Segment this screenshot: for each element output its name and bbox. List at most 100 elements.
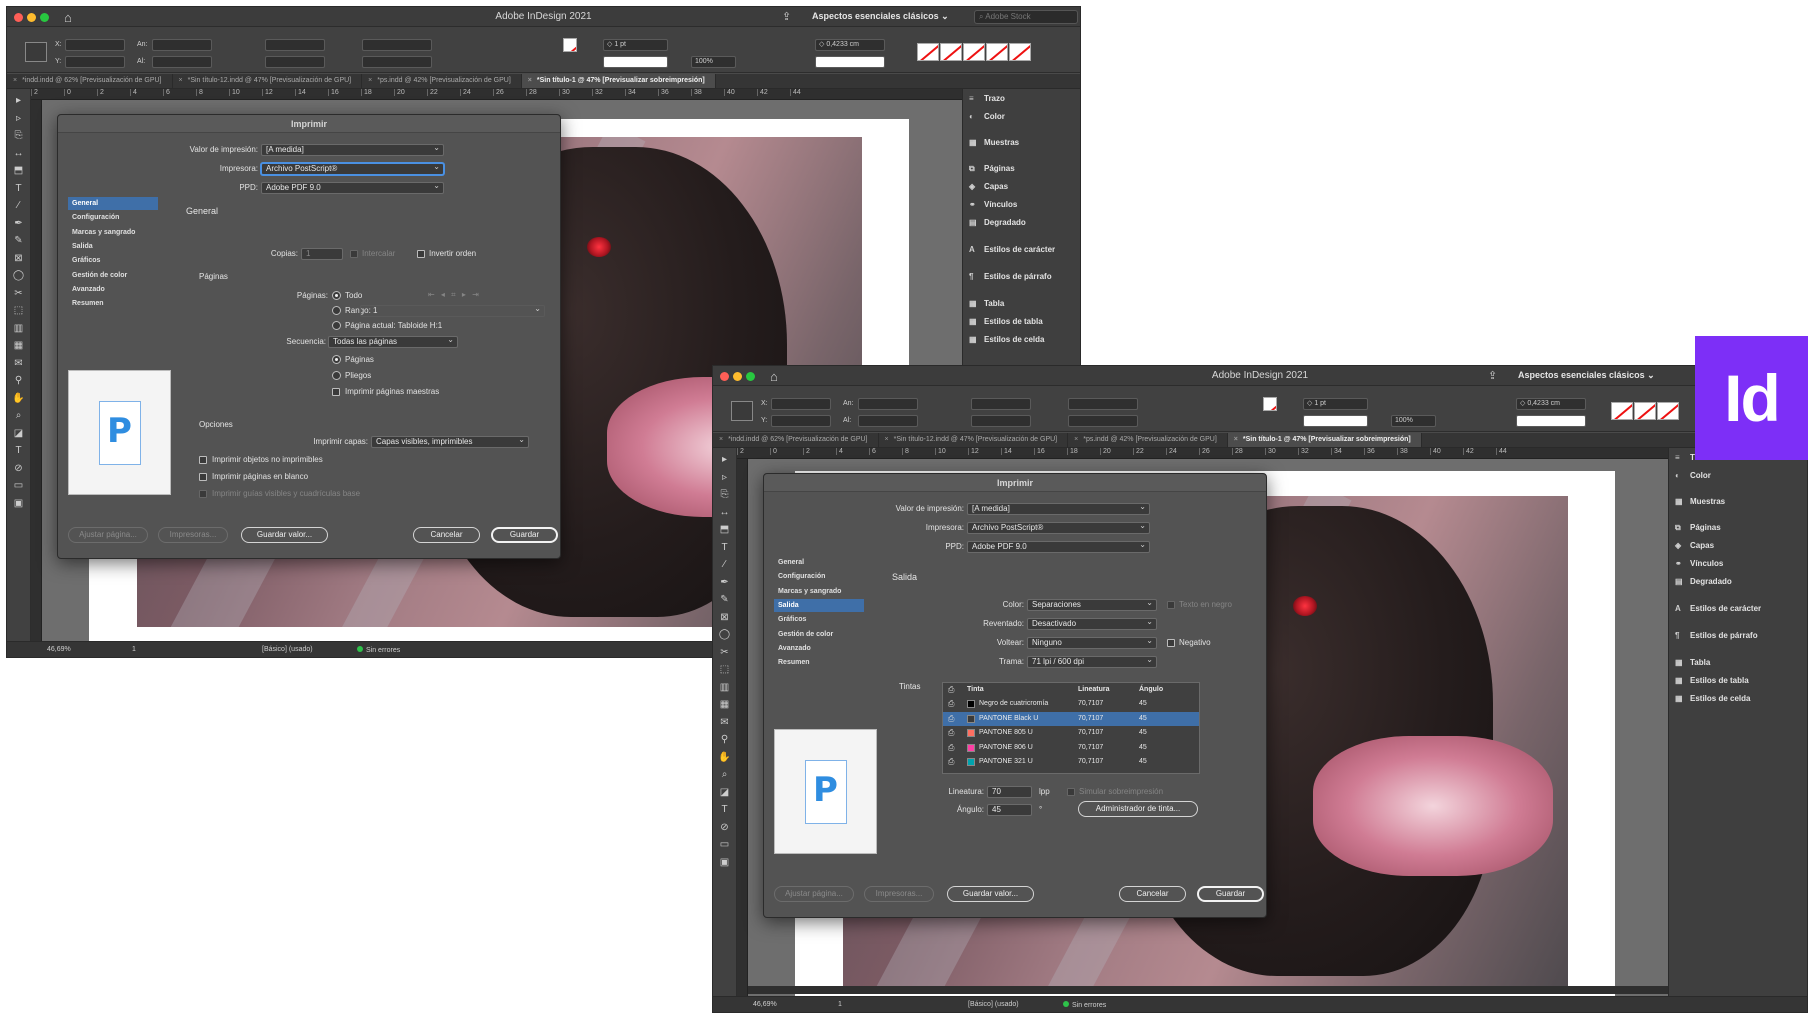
document-tab[interactable]: × *Sin título-12.indd @ 47% [Previsualiza… (173, 74, 363, 88)
scissors-tool-icon[interactable]: ✂ (718, 647, 731, 658)
print-ink-icon[interactable]: ⎙ (948, 757, 954, 767)
workspace-switcher[interactable]: Aspectos esenciales clásicos ⌄ (812, 11, 949, 22)
formatting-icon[interactable]: T (12, 445, 25, 456)
opacity-field[interactable]: 100% (691, 56, 736, 68)
scale-x-field[interactable] (971, 398, 1031, 410)
ink-row[interactable]: ⎙ Negro de cuatricromía 70,7107 45 (943, 697, 1199, 711)
pencil-tool-icon[interactable]: ✎ (12, 235, 25, 246)
stroke-weight-field[interactable]: ◇ 1 pt (603, 39, 668, 51)
fill-swatch-icon[interactable] (563, 38, 577, 52)
print-masters-checkbox[interactable] (332, 388, 340, 396)
panel-6[interactable]: ⚭ Vínculos (969, 200, 1017, 209)
panel-12[interactable]: ▦ Estilos de celda (1675, 694, 1750, 703)
ellipse-tool-icon[interactable]: ◯ (718, 629, 731, 640)
share-icon[interactable]: ⇪ (1488, 369, 1497, 382)
print-ink-icon[interactable]: ⎙ (948, 714, 954, 724)
ppd-select[interactable]: Adobe PDF 9.0 (967, 541, 1150, 553)
panel-5[interactable]: ◈ Capas (1675, 541, 1714, 550)
nav-item[interactable]: Resumen (68, 297, 158, 310)
close-tab-icon[interactable]: × (1234, 436, 1238, 443)
offset-field[interactable]: ◇ 0,4233 cm (1516, 398, 1586, 410)
preflight-status[interactable]: Sin errores (1063, 1001, 1106, 1009)
ink-manager-button[interactable]: Administrador de tinta... (1078, 801, 1198, 817)
frame-fitting-select[interactable] (1516, 415, 1586, 427)
negative-checkbox[interactable] (1167, 639, 1175, 647)
stroke-type-select[interactable] (603, 56, 668, 68)
sequence-select[interactable]: Todas las páginas (328, 336, 458, 348)
width-field[interactable] (152, 39, 212, 51)
rotate-field[interactable] (1068, 398, 1138, 410)
flip-select[interactable]: Ninguno (1027, 637, 1157, 649)
all-pages-radio[interactable] (332, 291, 341, 300)
text-black-checkbox[interactable] (1167, 601, 1175, 609)
trap-select[interactable]: Desactivado (1027, 618, 1157, 630)
fill-stroke-icon[interactable]: ◪ (718, 787, 731, 798)
share-icon[interactable]: ⇪ (782, 10, 791, 23)
panel-4[interactable]: ⧉ Páginas (969, 164, 1015, 174)
zoom-level[interactable]: 46,69% (47, 646, 71, 653)
panel-9[interactable]: ¶ Estilos de párrafo (1675, 631, 1758, 640)
print-ink-icon[interactable]: ⎙ (948, 699, 954, 709)
panel-7[interactable]: ▤ Degradado (969, 218, 1026, 227)
current-page-radio[interactable] (332, 321, 341, 330)
close-tab-icon[interactable]: × (528, 77, 532, 84)
close-tab-icon[interactable]: × (1074, 436, 1078, 443)
panel-9[interactable]: ¶ Estilos de párrafo (969, 272, 1052, 281)
gradient-feather-icon[interactable]: ▦ (12, 340, 25, 351)
shear-field[interactable] (362, 56, 432, 68)
collate-checkbox[interactable] (350, 250, 358, 258)
close-window-button[interactable] (14, 13, 23, 22)
ellipse-tool-icon[interactable]: ◯ (12, 270, 25, 281)
printer-select[interactable]: Archivo PostScript® (967, 522, 1150, 534)
nav-item[interactable]: Avanzado (774, 642, 864, 655)
stroke-type-select[interactable] (1303, 415, 1368, 427)
panel-8[interactable]: A Estilos de carácter (1675, 604, 1761, 613)
opacity-field[interactable]: 100% (1391, 415, 1436, 427)
ink-row[interactable]: ⎙ PANTONE 321 U 70,7107 45 (943, 755, 1199, 769)
simulate-overprint-checkbox[interactable] (1067, 788, 1075, 796)
printers-button[interactable]: Impresoras... (158, 527, 228, 543)
document-tab[interactable]: × *Sin título-12.indd @ 47% [Previsualiza… (879, 433, 1069, 447)
panel-6[interactable]: ⚭ Vínculos (1675, 559, 1723, 568)
preview-mode-icon[interactable]: ▣ (718, 857, 731, 868)
frequency-input[interactable]: 70 (987, 786, 1032, 798)
screening-select[interactable]: 71 lpi / 600 dpi (1027, 656, 1157, 668)
horizontal-scrollbar[interactable] (748, 986, 1683, 994)
reference-point-icon[interactable] (731, 401, 753, 421)
panel-11[interactable]: ▦ Estilos de tabla (969, 317, 1043, 326)
document-tab[interactable]: × *indd.indd @ 62% [Previsualización de G… (713, 433, 879, 447)
panel-2[interactable]: ◐ Color (969, 112, 1005, 121)
close-tab-icon[interactable]: × (719, 436, 723, 443)
pages-radio[interactable] (332, 355, 341, 364)
selection-tool-icon[interactable]: ▸ (718, 454, 731, 465)
x-field[interactable] (65, 39, 125, 51)
content-collector-icon[interactable]: ⬒ (718, 524, 731, 535)
ppd-select[interactable]: Adobe PDF 9.0 (261, 182, 444, 194)
ink-row[interactable]: ⎙ PANTONE Black U 70,7107 45 (943, 711, 1199, 726)
page-number[interactable]: 1 (132, 646, 136, 653)
zoom-window-button[interactable] (746, 372, 755, 381)
swatch-2-icon[interactable] (1634, 402, 1656, 420)
gap-tool-icon[interactable]: ↔ (718, 507, 731, 518)
nav-item[interactable]: Gestión de color (68, 269, 158, 282)
color-select[interactable]: Separaciones (1027, 599, 1157, 611)
height-field[interactable] (152, 56, 212, 68)
page-setup-button[interactable]: Ajustar página... (68, 527, 148, 543)
zoom-tool-icon[interactable]: ⌕ (718, 769, 731, 780)
panel-10[interactable]: ▦ Tabla (969, 299, 1004, 308)
nav-item[interactable]: Configuración (774, 570, 864, 583)
direct-selection-tool-icon[interactable]: ▹ (12, 113, 25, 124)
preset-select[interactable]: [A medida] (261, 144, 444, 156)
preview-mode-icon[interactable]: ▣ (12, 498, 25, 509)
panel-12[interactable]: ▦ Estilos de celda (969, 335, 1044, 344)
nav-item[interactable]: General (774, 556, 864, 569)
selection-tool-icon[interactable]: ▸ (12, 95, 25, 106)
reverse-order-checkbox[interactable] (417, 250, 425, 258)
swatch-1-icon[interactable] (917, 43, 939, 61)
panel-11[interactable]: ▦ Estilos de tabla (1675, 676, 1749, 685)
page-nav-arrows[interactable]: ⇤ ◂ ⌗ ▸ ⇥ (428, 290, 481, 300)
line-tool-icon[interactable]: ∕ (718, 559, 731, 570)
angle-input[interactable]: 45 (987, 804, 1032, 816)
formatting-icon[interactable]: T (718, 804, 731, 815)
swatch-2-icon[interactable] (940, 43, 962, 61)
